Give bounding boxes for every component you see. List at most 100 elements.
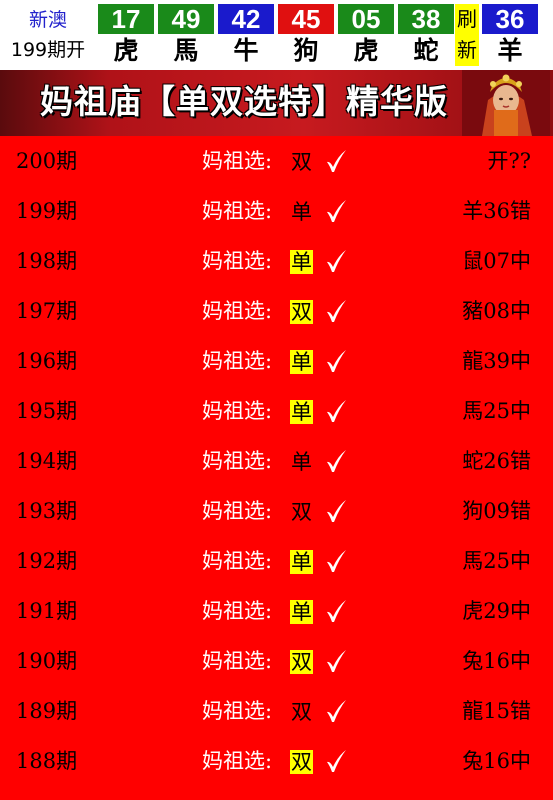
brand-name: 新澳 bbox=[28, 9, 67, 31]
ball-number: 42 bbox=[218, 4, 274, 34]
period-label: 191期 bbox=[16, 599, 78, 623]
pick-value: 单 bbox=[291, 200, 312, 224]
period-label: 199期 bbox=[16, 199, 78, 223]
pick-label: 妈祖选: bbox=[202, 699, 273, 723]
drawn-ball: 49 馬 bbox=[158, 4, 214, 66]
period-label: 200期 bbox=[16, 149, 78, 173]
drawn-ball: 38 蛇 bbox=[398, 4, 454, 66]
result-label: 龍15错 bbox=[462, 699, 531, 723]
pick-value: 双 bbox=[291, 700, 312, 724]
result-label: 馬25中 bbox=[462, 549, 531, 573]
pick-label: 妈祖选: bbox=[202, 349, 273, 373]
pick-value: 双 bbox=[290, 300, 313, 324]
ball-zodiac: 狗 bbox=[293, 36, 319, 65]
pick-value: 单 bbox=[290, 350, 313, 374]
banner-title: 妈祖庙【单双选特】精华版 bbox=[40, 82, 448, 121]
ball-number: 49 bbox=[158, 4, 214, 34]
period-label: 195期 bbox=[16, 399, 78, 423]
period-label: 198期 bbox=[16, 249, 78, 273]
ball-zodiac: 蛇 bbox=[413, 36, 439, 65]
check-icon bbox=[324, 648, 348, 674]
prediction-row: 199期 妈祖选: 单 羊36错 bbox=[0, 186, 553, 236]
result-label: 馬25中 bbox=[462, 399, 531, 423]
period-label: 190期 bbox=[16, 649, 78, 673]
result-label: 狗09错 bbox=[462, 499, 531, 523]
ball-number: 17 bbox=[98, 4, 154, 34]
drawn-ball: 42 牛 bbox=[218, 4, 274, 66]
check-icon bbox=[324, 248, 348, 274]
pick-label: 妈祖选: bbox=[202, 599, 273, 623]
pick-label: 妈祖选: bbox=[202, 199, 273, 223]
drawn-ball: 45 狗 bbox=[278, 4, 334, 66]
result-label: 鼠07中 bbox=[462, 249, 531, 273]
pick-value: 双 bbox=[291, 500, 312, 524]
check-icon bbox=[324, 748, 348, 774]
check-icon bbox=[324, 398, 348, 424]
ball-zodiac: 虎 bbox=[353, 36, 379, 65]
ball-zodiac: 羊 bbox=[497, 36, 523, 65]
ball-zodiac: 虎 bbox=[113, 36, 139, 65]
check-icon bbox=[324, 548, 348, 574]
pick-label: 妈祖选: bbox=[202, 649, 273, 673]
prediction-row: 196期 妈祖选: 单 龍39中 bbox=[0, 336, 553, 386]
result-label: 龍39中 bbox=[462, 349, 531, 373]
pick-value: 双 bbox=[291, 150, 312, 174]
ball-zodiac: 牛 bbox=[233, 36, 259, 65]
pick-value: 双 bbox=[290, 750, 313, 774]
check-icon bbox=[324, 448, 348, 474]
period-label: 188期 bbox=[16, 749, 78, 773]
results-header: 新澳 199期开 17 虎 49 馬 42 牛 45 狗 05 虎 38 蛇 36 羊 刷新 bbox=[0, 0, 553, 70]
pick-label: 妈祖选: bbox=[202, 249, 273, 273]
result-label: 蛇26错 bbox=[462, 449, 531, 473]
prediction-row: 188期 妈祖选: 双 兔16中 bbox=[0, 736, 553, 786]
check-icon bbox=[324, 148, 348, 174]
pick-value: 单 bbox=[290, 400, 313, 424]
pick-label: 妈祖选: bbox=[202, 399, 273, 423]
refresh-button[interactable]: 刷新 bbox=[455, 4, 479, 66]
drawn-ball: 05 虎 bbox=[338, 4, 394, 66]
prediction-row: 193期 妈祖选: 双 狗09错 bbox=[0, 486, 553, 536]
prediction-row: 200期 妈祖选: 双 开?? bbox=[0, 136, 553, 186]
page-banner: 妈祖庙【单双选特】精华版 bbox=[0, 70, 553, 136]
pick-value: 单 bbox=[290, 600, 313, 624]
check-icon bbox=[324, 498, 348, 524]
period-label: 189期 bbox=[16, 699, 78, 723]
ball-number: 36 bbox=[482, 4, 538, 34]
pick-value: 单 bbox=[290, 550, 313, 574]
result-label: 虎29中 bbox=[462, 599, 531, 623]
lottery-brand: 新澳 199期开 bbox=[0, 0, 96, 70]
pick-label: 妈祖选: bbox=[202, 749, 273, 773]
check-icon bbox=[324, 298, 348, 324]
mazu-statue-image bbox=[462, 70, 550, 136]
result-label: 羊36错 bbox=[462, 199, 531, 223]
ball-number: 38 bbox=[398, 4, 454, 34]
ball-number: 05 bbox=[338, 4, 394, 34]
period-label: 193期 bbox=[16, 499, 78, 523]
prediction-row: 192期 妈祖选: 单 馬25中 bbox=[0, 536, 553, 586]
result-label: 兔16中 bbox=[462, 649, 531, 673]
check-icon bbox=[324, 348, 348, 374]
prediction-row: 194期 妈祖选: 单 蛇26错 bbox=[0, 436, 553, 486]
pick-label: 妈祖选: bbox=[202, 149, 273, 173]
pick-label: 妈祖选: bbox=[202, 449, 273, 473]
result-label: 兔16中 bbox=[462, 749, 531, 773]
pick-value: 双 bbox=[290, 650, 313, 674]
check-icon bbox=[324, 598, 348, 624]
check-icon bbox=[324, 698, 348, 724]
ball-number: 45 bbox=[278, 4, 334, 34]
period-label: 197期 bbox=[16, 299, 78, 323]
period-label: 192期 bbox=[16, 549, 78, 573]
prediction-row: 191期 妈祖选: 单 虎29中 bbox=[0, 586, 553, 636]
predictions-list: 200期 妈祖选: 双开?? 199期 妈祖选: 单羊36错 198期 妈祖选: 单鼠07中 19… bbox=[0, 136, 553, 800]
prediction-row: 197期 妈祖选: 双 豬08中 bbox=[0, 286, 553, 336]
prediction-row: 190期 妈祖选: 双 兔16中 bbox=[0, 636, 553, 686]
pick-label: 妈祖选: bbox=[202, 299, 273, 323]
prediction-row: 189期 妈祖选: 双 龍15错 bbox=[0, 686, 553, 736]
period-label: 196期 bbox=[16, 349, 78, 373]
pick-label: 妈祖选: bbox=[202, 499, 273, 523]
pick-value: 单 bbox=[290, 250, 313, 274]
period-label: 194期 bbox=[16, 449, 78, 473]
ball-zodiac: 馬 bbox=[173, 36, 199, 65]
result-label: 开?? bbox=[487, 149, 531, 173]
prediction-row: 198期 妈祖选: 单 鼠07中 bbox=[0, 236, 553, 286]
